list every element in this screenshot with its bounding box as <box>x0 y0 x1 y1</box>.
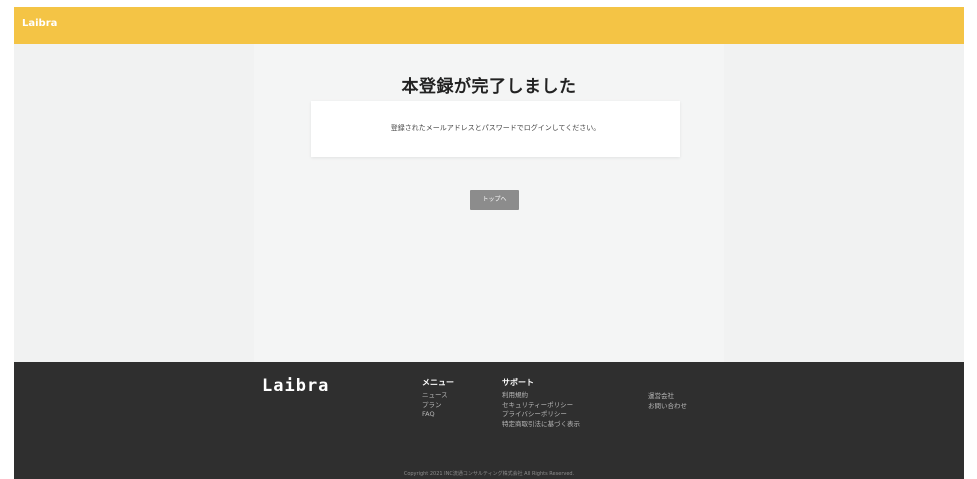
header-logo[interactable]: Laibra <box>22 18 57 29</box>
footer-link-contact[interactable]: お問い合わせ <box>648 402 687 412</box>
footer-link-terms[interactable]: 利用規約 <box>502 391 580 401</box>
message-card: 登録されたメールアドレスとパスワードでログインしてください。 <box>311 101 680 157</box>
top-page-button[interactable]: トップへ <box>470 190 519 210</box>
site-footer: Laibra メニュー ニュース プラン FAQ サポート 利用規約 セキュリテ… <box>14 362 964 479</box>
footer-support-column: サポート 利用規約 セキュリティーポリシー プライバシーポリシー 特定商取引法に… <box>502 377 580 429</box>
footer-link-security-policy[interactable]: セキュリティーポリシー <box>502 401 580 411</box>
footer-menu-heading: メニュー <box>422 378 454 387</box>
footer-link-plan[interactable]: プラン <box>422 401 454 411</box>
footer-logo[interactable]: Laibra <box>262 376 329 396</box>
footer-link-privacy-policy[interactable]: プライバシーポリシー <box>502 410 580 420</box>
footer-link-faq[interactable]: FAQ <box>422 410 454 420</box>
site-header: Laibra <box>14 7 964 44</box>
main-content: 本登録が完了しました 登録されたメールアドレスとパスワードでログインしてください… <box>14 44 964 362</box>
footer-support-heading: サポート <box>502 378 534 387</box>
page-title: 本登録が完了しました <box>401 77 577 97</box>
footer-link-commercial-law[interactable]: 特定商取引法に基づく表示 <box>502 420 580 430</box>
copyright-text: Copyright 2021 INC流通コンサルティング株式会社 All Rig… <box>403 471 575 477</box>
confirmation-message: 登録されたメールアドレスとパスワードでログインしてください。 <box>390 124 601 132</box>
footer-link-news[interactable]: ニュース <box>422 391 454 401</box>
footer-company-column: 運営会社 お問い合わせ <box>648 392 687 411</box>
footer-menu-column: メニュー ニュース プラン FAQ <box>422 377 454 420</box>
page-frame: Laibra 本登録が完了しました 登録されたメールアドレスとパスワードでログイ… <box>14 7 964 479</box>
footer-link-company[interactable]: 運営会社 <box>648 392 687 402</box>
